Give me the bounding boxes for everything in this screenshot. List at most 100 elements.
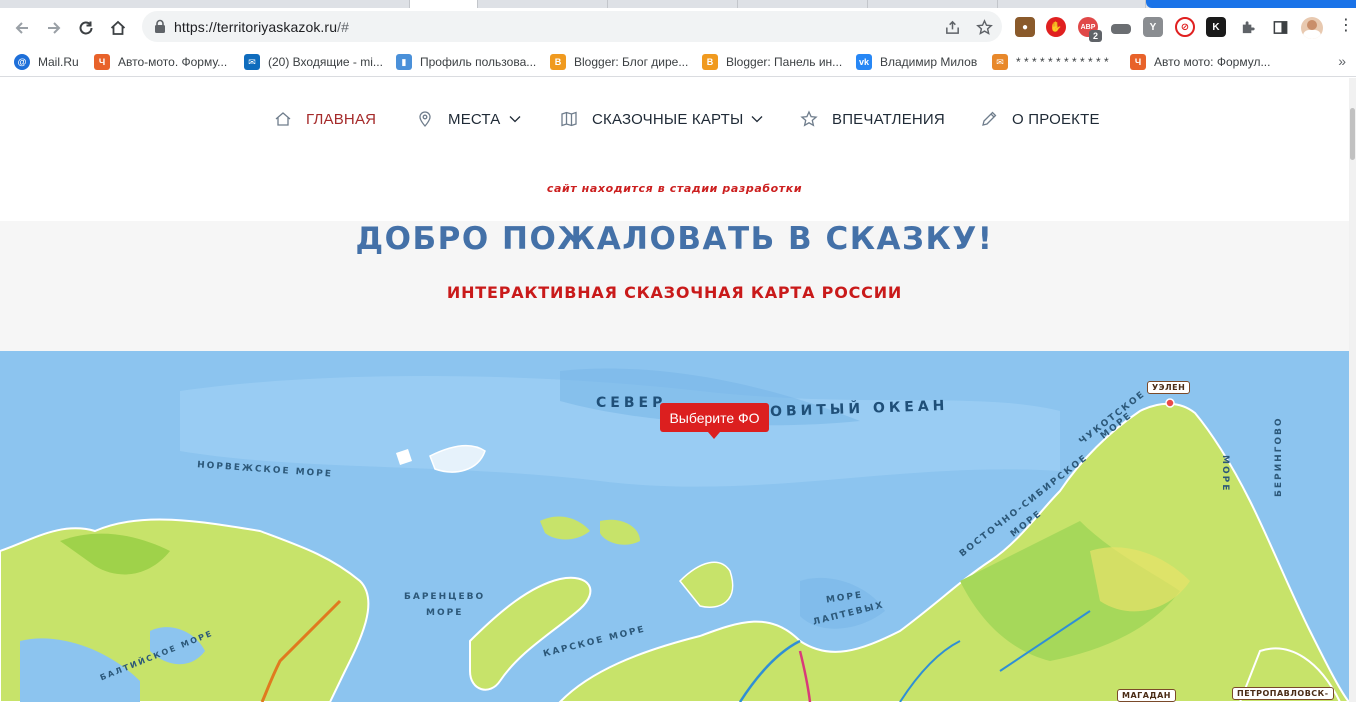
ocean-label-left: СЕВЕР xyxy=(596,395,667,411)
address-url[interactable]: https://territoriyaskazok.ru/# xyxy=(174,19,349,35)
bookmark-item[interactable]: ✉ (20) Входящие - mi... xyxy=(244,52,383,72)
puzzle-icon xyxy=(1242,20,1255,33)
home-icon xyxy=(275,112,291,126)
district-tooltip: Выберите ФО xyxy=(660,403,769,439)
sea-label-barents: БАРЕНЦЕВО xyxy=(404,592,486,602)
web-page: ГЛАВНАЯ МЕСТА СКАЗОЧНЫЕ КАРТЫ ВПЕЧАТЛЕНИ… xyxy=(0,78,1349,702)
bookmark-item[interactable]: B Blogger: Панель ин... xyxy=(702,52,842,72)
nav-home[interactable]: ГЛАВНАЯ xyxy=(274,108,376,130)
nav-fairy-maps[interactable]: СКАЗОЧНЫЕ КАРТЫ xyxy=(560,108,763,130)
extension-block-icon[interactable]: ⊘ xyxy=(1175,17,1195,37)
forum-icon: Ч xyxy=(94,54,110,70)
side-panel-button[interactable] xyxy=(1270,17,1290,37)
star-icon xyxy=(800,110,818,127)
nav-home-label: ГЛАВНАЯ xyxy=(306,110,377,128)
map-icon xyxy=(561,111,577,127)
bookmarks-bar: @ Mail.Ru Ч Авто-мото. Форму... ✉ (20) Вход… xyxy=(0,46,1356,77)
bookmarks-overflow-icon[interactable]: » xyxy=(1338,53,1346,69)
profile-icon: ▮ xyxy=(396,54,412,70)
vk-icon: vk xyxy=(856,54,872,70)
star-icon xyxy=(975,18,993,35)
share-button[interactable] xyxy=(942,17,962,37)
blogger-icon: B xyxy=(550,54,566,70)
chevron-down-icon xyxy=(509,116,520,123)
bookmark-star-button[interactable] xyxy=(974,17,994,37)
extension-y-icon[interactable]: Y xyxy=(1143,17,1163,37)
share-icon xyxy=(945,20,959,34)
browser-tab[interactable] xyxy=(738,0,868,8)
city-label-magadan[interactable]: МАГАДАН xyxy=(1117,689,1176,702)
nav-impressions[interactable]: ВПЕЧАТЛЕНИЯ xyxy=(800,108,945,130)
bookmark-label: Blogger: Панель ин... xyxy=(726,55,843,69)
bookmark-label: Blogger: Блог дире... xyxy=(574,55,689,69)
extensions-button[interactable] xyxy=(1238,17,1258,37)
outlook-icon: ✉ xyxy=(244,54,260,70)
browser-tab[interactable] xyxy=(998,0,1146,8)
interactive-map[interactable]: СЕВЕР ОВИТЫЙ ОКЕАН НОРВЕЖСКОЕ МОРЕ БАРЕН… xyxy=(0,351,1349,702)
city-label-uelen[interactable]: УЭЛЕН xyxy=(1147,381,1191,394)
bookmark-item[interactable]: vk Владимир Милов xyxy=(856,52,977,72)
hero-section: ДОБРО ПОЖАЛОВАТЬ В СКАЗКУ! ИНТЕРАКТИВНАЯ… xyxy=(0,221,1349,351)
forward-arrow-icon xyxy=(48,22,61,34)
bookmark-label: Профиль пользова... xyxy=(420,55,537,69)
sea-label-bering: МОРЕ xyxy=(1220,455,1230,493)
url-path: /# xyxy=(337,19,349,35)
home-button[interactable] xyxy=(105,15,131,41)
nav-impressions-label: ВПЕЧАТЛЕНИЯ xyxy=(832,110,945,128)
nav-about[interactable]: О ПРОЕКТЕ xyxy=(980,108,1100,130)
city-label-petropavlovsk[interactable]: ПЕТРОПАВЛОВСК- xyxy=(1232,687,1334,700)
extension-adblock-icon[interactable]: ✋ xyxy=(1046,17,1066,37)
browser-tab[interactable] xyxy=(478,0,608,8)
bookmark-item[interactable]: ▮ Профиль пользова... xyxy=(396,52,536,72)
address-bar[interactable]: https://territoriyaskazok.ru/# xyxy=(142,11,1002,42)
chevron-down-icon xyxy=(751,116,763,123)
sea-label-barents-2: МОРЕ xyxy=(426,608,464,618)
bookmark-item[interactable]: Ч Авто мото: Формул... xyxy=(1130,52,1270,72)
page-title: ДОБРО ПОЖАЛОВАТЬ В СКАЗКУ! xyxy=(355,221,994,257)
bookmark-label: Авто мото: Формул... xyxy=(1154,55,1271,69)
forward-button[interactable] xyxy=(41,15,67,41)
home-icon xyxy=(110,20,126,35)
extension-k-icon[interactable]: K xyxy=(1206,17,1226,37)
page-subtitle: ИНТЕРАКТИВНАЯ СКАЗОЧНАЯ КАРТА РОССИИ xyxy=(446,283,903,302)
browser-tab[interactable] xyxy=(868,0,998,8)
blogger-icon: B xyxy=(702,54,718,70)
browser-tab-highlight[interactable] xyxy=(1146,0,1356,8)
url-host: https://territoriyaskazok.ru xyxy=(174,19,338,35)
nav-places-label: МЕСТА xyxy=(448,110,501,128)
forum-icon: Ч xyxy=(1130,54,1146,70)
browser-tab[interactable] xyxy=(0,0,410,8)
extension-badge: 2 xyxy=(1089,30,1102,42)
browser-toolbar: https://territoriyaskazok.ru/# ● ✋ ABP 2… xyxy=(0,8,1356,46)
reload-icon xyxy=(79,21,93,35)
nav-fairy-maps-label: СКАЗОЧНЫЕ КАРТЫ xyxy=(592,110,744,128)
extension-cat-icon[interactable]: ● xyxy=(1015,17,1035,37)
extension-tab-icon[interactable] xyxy=(1111,24,1131,34)
browser-tab-active[interactable] xyxy=(410,0,478,8)
bookmark-item[interactable]: ✉ * * * * * * * * * * * * xyxy=(992,52,1109,72)
bookmark-label: * * * * * * * * * * * * xyxy=(1016,55,1109,69)
profile-avatar[interactable] xyxy=(1301,17,1323,39)
nav-about-label: О ПРОЕКТЕ xyxy=(1012,110,1100,128)
bookmark-label: Владимир Милов xyxy=(880,55,978,69)
tab-strip xyxy=(0,0,1356,8)
back-button[interactable] xyxy=(9,15,35,41)
browser-menu-icon[interactable]: ⋮ xyxy=(1338,18,1354,34)
bookmark-label: Mail.Ru xyxy=(38,55,79,69)
page-scrollbar[interactable] xyxy=(1349,78,1356,702)
mailru-icon: @ xyxy=(14,54,30,70)
bookmark-item[interactable]: @ Mail.Ru xyxy=(14,52,79,72)
reload-button[interactable] xyxy=(73,15,99,41)
browser-tab[interactable] xyxy=(608,0,738,8)
side-panel-icon xyxy=(1273,20,1287,34)
site-navigation: ГЛАВНАЯ МЕСТА СКАЗОЧНЫЕ КАРТЫ ВПЕЧАТЛЕНИ… xyxy=(0,78,1349,158)
scrollbar-thumb[interactable] xyxy=(1350,108,1355,160)
bookmark-item[interactable]: Ч Авто-мото. Форму... xyxy=(94,52,227,72)
bookmark-item[interactable]: B Blogger: Блог дире... xyxy=(550,52,688,72)
location-pin-icon xyxy=(419,111,431,127)
pencil-icon xyxy=(982,111,997,126)
nav-places[interactable]: МЕСТА xyxy=(416,108,521,130)
mail-icon: ✉ xyxy=(992,54,1008,70)
bookmark-label: (20) Входящие - mi... xyxy=(268,55,383,69)
bookmark-label: Авто-мото. Форму... xyxy=(118,55,228,69)
